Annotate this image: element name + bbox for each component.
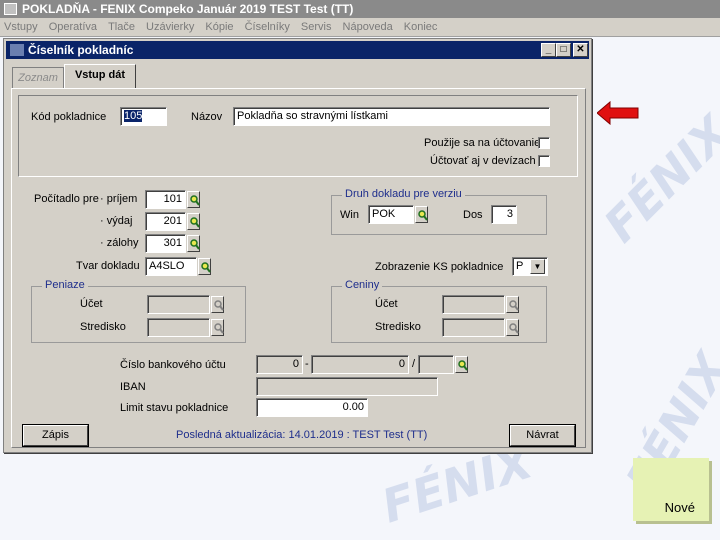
devizy-label: Účtovať aj v devízach [430, 155, 536, 167]
peniaze-ucet-lookup-button[interactable] [211, 296, 224, 313]
magnifier-icon [458, 360, 468, 371]
tvar-label: Tvar dokladu [76, 260, 140, 272]
chevron-down-icon[interactable]: ▼ [530, 259, 545, 274]
zalohy-label: · zálohy [100, 237, 139, 249]
ceniny-ucet-label: Účet [375, 298, 398, 310]
nazov-label: Názov [191, 111, 223, 123]
peniaze-stredisko-label: Stredisko [80, 321, 126, 333]
menu-uzavierky[interactable]: Uzávierky [146, 21, 194, 33]
tab-zoznam[interactable]: Zoznam [12, 67, 64, 89]
prijem-input[interactable]: 101 [145, 190, 186, 209]
bank-number-input[interactable]: 0 [311, 355, 409, 374]
peniaze-group: Peniaze Účet Stredisko [31, 279, 246, 343]
nazov-input[interactable]: Pokladňa so stravnými lístkami [233, 107, 550, 126]
app-icon [4, 3, 17, 15]
kod-label: Kód pokladnice [31, 111, 107, 123]
magnifier-icon [509, 323, 519, 334]
ceniny-ucet-input[interactable] [442, 295, 505, 314]
peniaze-ucet-input[interactable] [147, 295, 210, 314]
win-input[interactable]: POK [368, 205, 414, 224]
magnifier-icon [509, 300, 519, 311]
pocitadlo-label: Počítadlo pre [34, 193, 99, 205]
maximize-button[interactable]: □ [556, 43, 571, 57]
iban-input[interactable] [256, 377, 438, 396]
zapis-button[interactable]: Zápis [23, 425, 88, 446]
window-title: Číselník pokladníc [28, 43, 134, 57]
druh-legend: Druh dokladu pre verziu [342, 188, 465, 200]
close-button[interactable]: ✕ [573, 43, 588, 57]
ciselnik-window: Číselník pokladníc _ □ ✕ Zoznam Vstup dá… [3, 38, 592, 453]
zobrazenie-label: Zobrazenie KS pokladnice [375, 261, 504, 273]
uctovanie-checkbox[interactable] [538, 137, 550, 149]
bank-separator: - [305, 358, 309, 370]
limit-input[interactable]: 0.00 [256, 398, 368, 417]
peniaze-ucet-label: Účet [80, 298, 103, 310]
menu-tlace[interactable]: Tlače [108, 21, 135, 33]
dos-input[interactable]: 3 [491, 205, 517, 224]
tvar-input[interactable]: A4SLO [145, 257, 197, 276]
new-note-button[interactable]: Nové [633, 458, 709, 521]
magnifier-icon [214, 300, 224, 311]
magnifier-icon [190, 217, 200, 228]
menu-koniec[interactable]: Koniec [404, 21, 438, 33]
form-panel: Kód pokladnice 105 Názov Pokladňa so str… [11, 88, 586, 448]
note-label: Nové [664, 500, 695, 515]
iban-label: IBAN [120, 381, 146, 393]
tvar-lookup-button[interactable] [198, 258, 211, 275]
window-title-bar[interactable]: Číselník pokladníc _ □ ✕ [6, 41, 589, 59]
red-arrow-icon [597, 101, 639, 125]
peniaze-stredisko-input[interactable] [147, 318, 210, 337]
menu-servis[interactable]: Servis [301, 21, 332, 33]
magnifier-icon [190, 239, 200, 250]
tab-vstup-dat[interactable]: Vstup dát [64, 64, 136, 89]
minimize-button[interactable]: _ [541, 43, 556, 57]
navrat-button[interactable]: Návrat [510, 425, 575, 446]
peniaze-legend: Peniaze [42, 279, 88, 291]
ceniny-legend: Ceniny [342, 279, 383, 291]
magnifier-icon [418, 210, 428, 221]
bank-code-lookup-button[interactable] [455, 356, 468, 373]
menu-napoveda[interactable]: Nápoveda [343, 21, 393, 33]
basic-info-group: Kód pokladnice 105 Názov Pokladňa so str… [18, 95, 578, 177]
last-update-status: Posledná aktualizácia: 14.01.2019 : TEST… [176, 429, 428, 441]
ceniny-stredisko-input[interactable] [442, 318, 505, 337]
uctovanie-label: Použije sa na účtovanie [424, 137, 541, 149]
win-label: Win [340, 209, 359, 221]
menu-vstupy[interactable]: Vstupy [4, 21, 38, 33]
kod-input[interactable]: 105 [120, 107, 167, 126]
bank-slash: / [412, 358, 416, 370]
bank-label: Číslo bankového účtu [120, 359, 226, 371]
magnifier-icon [214, 323, 224, 334]
window-icon [10, 44, 24, 56]
app-title: POKLADŇA - FENIX Compeko Január 2019 TES… [22, 2, 354, 16]
druh-dokladu-group: Druh dokladu pre verziu Win POK Dos 3 [331, 188, 547, 235]
bank-prefix-input[interactable]: 0 [256, 355, 303, 374]
vydaj-lookup-button[interactable] [187, 213, 200, 230]
ceniny-stredisko-label: Stredisko [375, 321, 421, 333]
win-lookup-button[interactable] [415, 206, 428, 223]
dos-label: Dos [463, 209, 483, 221]
peniaze-stredisko-lookup-button[interactable] [211, 319, 224, 336]
ceniny-group: Ceniny Účet Stredisko [331, 279, 547, 343]
devizy-checkbox[interactable] [538, 155, 550, 167]
menu-operativa[interactable]: Operatíva [49, 21, 97, 33]
ceniny-stredisko-lookup-button[interactable] [506, 319, 519, 336]
zalohy-lookup-button[interactable] [187, 235, 200, 252]
watermark-logo: FÉNIX [593, 105, 720, 253]
zalohy-input[interactable]: 301 [145, 234, 186, 253]
magnifier-icon [190, 195, 200, 206]
menu-kopie[interactable]: Kópie [205, 21, 233, 33]
bank-code-input[interactable] [418, 355, 454, 374]
menu-ciselniky[interactable]: Číselníky [245, 21, 290, 33]
limit-label: Limit stavu pokladnice [120, 402, 229, 414]
vydaj-input[interactable]: 201 [145, 212, 186, 231]
app-title-bar: POKLADŇA - FENIX Compeko Január 2019 TES… [0, 0, 720, 18]
menu-bar: Vstupy Operatíva Tlače Uzávierky Kópie Č… [0, 18, 720, 37]
magnifier-icon [201, 262, 211, 273]
prijem-lookup-button[interactable] [187, 191, 200, 208]
prijem-label: · príjem [100, 193, 138, 205]
vydaj-label: · výdaj [100, 215, 133, 227]
ceniny-ucet-lookup-button[interactable] [506, 296, 519, 313]
